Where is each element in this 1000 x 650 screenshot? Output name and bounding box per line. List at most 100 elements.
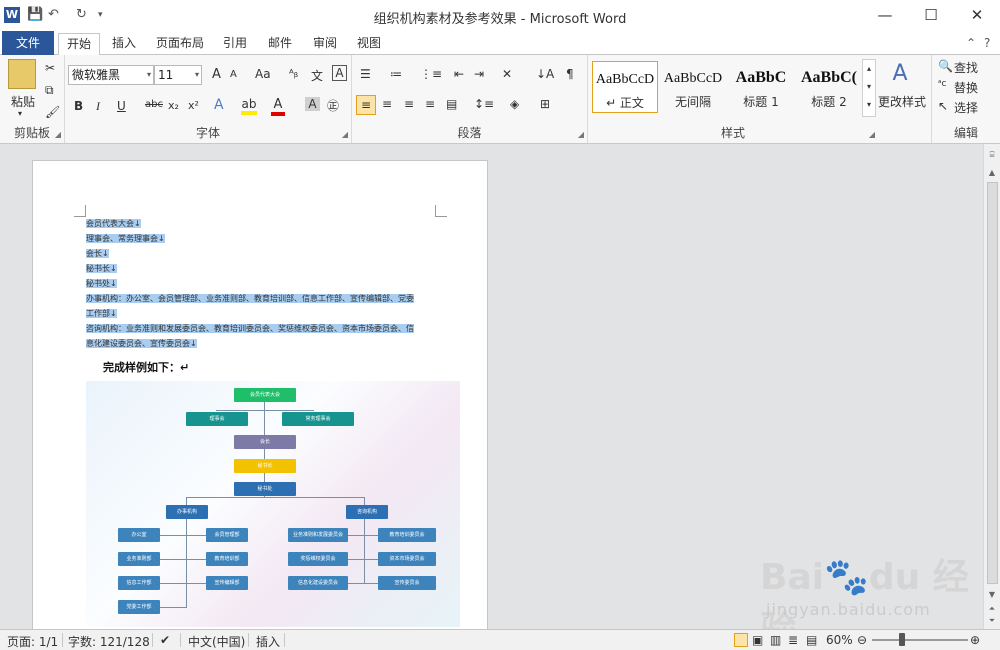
maximize-button[interactable]: ☐ xyxy=(908,0,954,31)
prev-page-icon[interactable]: ⏶ xyxy=(984,604,1000,614)
format-painter-icon[interactable]: 🖌 xyxy=(45,105,60,119)
bullets-icon[interactable]: ☰ xyxy=(360,67,371,81)
bold-button[interactable]: B xyxy=(74,99,83,113)
web-layout-icon[interactable]: ▥ xyxy=(770,633,781,647)
style-heading-2[interactable]: AaBbC( 标题 2 xyxy=(796,61,862,113)
align-right-button[interactable]: ≡ xyxy=(404,97,414,111)
enclose-char-icon[interactable]: ㊣ xyxy=(327,97,339,114)
grow-font-button[interactable]: A xyxy=(212,67,221,82)
proofing-icon[interactable]: ✔ xyxy=(160,633,170,647)
underline-button[interactable]: U xyxy=(117,99,126,113)
distributed-button[interactable]: ▤ xyxy=(446,97,457,111)
selected-text-block[interactable]: 会员代表大会↓ 理事会、常务理事会↓ 会长↓ 秘书长↓ 秘书处↓ 办事机构：办公… xyxy=(86,216,434,351)
font-size-select[interactable]: 11 ▾ xyxy=(154,65,202,85)
full-screen-reading-icon[interactable]: ▣ xyxy=(752,633,763,647)
show-marks-icon[interactable]: ¶ xyxy=(566,67,574,81)
print-layout-view-icon[interactable] xyxy=(734,633,748,647)
insert-mode-status[interactable]: 插入 xyxy=(256,633,280,650)
style-normal[interactable]: AaBbCcD ↵ 正文 xyxy=(592,61,658,113)
word-count[interactable]: 字数: 121/128 xyxy=(68,633,150,650)
superscript-button[interactable]: x² xyxy=(188,99,199,112)
ruler-toggle-icon[interactable]: ⌸ xyxy=(984,150,1000,160)
style-sample: AaBbCcD xyxy=(663,71,723,86)
change-styles-icon[interactable]: A xyxy=(883,61,917,86)
text-effects-icon[interactable]: A xyxy=(214,97,224,113)
draft-view-icon[interactable]: ▤ xyxy=(806,633,817,647)
chinese-layout-icon[interactable]: ✕ xyxy=(502,67,512,81)
decrease-indent-icon[interactable]: ⇤ xyxy=(454,67,464,81)
phonetic-guide-icon[interactable]: 文 xyxy=(311,67,323,84)
zoom-slider[interactable] xyxy=(872,639,968,641)
find-button[interactable]: 查找 xyxy=(954,59,978,76)
replace-button[interactable]: 替换 xyxy=(954,79,978,96)
copy-icon[interactable]: ⧉ xyxy=(45,83,54,98)
tab-file[interactable]: 文件 xyxy=(2,31,54,55)
tab-view[interactable]: 视图 xyxy=(350,33,388,55)
style-no-spacing[interactable]: AaBbCcD 无间隔 xyxy=(660,61,726,113)
clear-format-icon[interactable]: ᴬᵦ xyxy=(289,67,298,80)
tab-review[interactable]: 审阅 xyxy=(304,33,346,55)
paragraph-launcher-icon[interactable]: ◢ xyxy=(578,130,584,139)
collapse-ribbon-icon[interactable]: ⌃ xyxy=(966,36,976,50)
char-shading-icon[interactable]: A xyxy=(305,97,320,111)
scroll-down-arrow[interactable]: ▼ xyxy=(984,590,1000,599)
tab-page-layout[interactable]: 页面布局 xyxy=(148,33,212,55)
numbering-icon[interactable]: ≔ xyxy=(390,67,402,81)
ribbon: 粘贴 ▾ ✂ ⧉ 🖌 剪贴板 ◢ 微软雅黑 ▾ 11 ▾ A A Aa ᴬᵦ 文 A… xyxy=(0,55,1000,144)
shading-icon[interactable]: ◈ xyxy=(510,97,519,111)
italic-button[interactable]: I xyxy=(96,99,100,114)
paste-button[interactable]: 粘贴 xyxy=(8,93,38,110)
minimize-button[interactable]: — xyxy=(862,0,908,31)
select-icon[interactable]: ↖ xyxy=(938,99,948,113)
align-left-button[interactable]: ≡ xyxy=(356,95,376,115)
sort-icon[interactable]: ↓A xyxy=(536,67,554,81)
org-box: 奖惩维权委员会 xyxy=(288,552,348,566)
paragraph-group: ☰ ≔ ⋮≡ ⇤ ⇥ ✕ ↓A ¶ ≡ ≡ ≡ ≡ ▤ ↕≡ ◈ ⊞ 段落 ◢ xyxy=(352,55,588,143)
font-launcher-icon[interactable]: ◢ xyxy=(342,130,348,139)
tab-home[interactable]: 开始 xyxy=(58,33,100,56)
paste-icon[interactable] xyxy=(8,59,36,89)
line-spacing-icon[interactable]: ↕≡ xyxy=(474,97,494,111)
zoom-slider-knob[interactable] xyxy=(899,633,905,646)
subscript-button[interactable]: x₂ xyxy=(168,99,179,112)
scroll-up-arrow[interactable]: ▲ xyxy=(984,168,1000,177)
borders-icon[interactable]: ⊞ xyxy=(540,97,550,111)
outline-view-icon[interactable]: ≣ xyxy=(788,633,798,647)
zoom-level[interactable]: 60% xyxy=(826,633,853,647)
styles-launcher-icon[interactable]: ◢ xyxy=(869,130,875,139)
help-icon[interactable]: ? xyxy=(984,36,990,50)
document-page[interactable]: 会员代表大会↓ 理事会、常务理事会↓ 会长↓ 秘书长↓ 秘书处↓ 办事机构：办公… xyxy=(32,160,488,629)
change-case-button[interactable]: Aa xyxy=(255,67,271,81)
char-border-icon[interactable]: A xyxy=(332,65,347,81)
zoom-in-icon[interactable]: ⊕ xyxy=(970,633,980,647)
strikethrough-button[interactable]: abc xyxy=(145,99,163,110)
org-chart-image[interactable]: 会员代表大会 理事会 常务理事会 会长 秘书长 秘书处 办事机构 咨询机构 办公… xyxy=(86,381,460,627)
justify-button[interactable]: ≡ xyxy=(425,97,435,111)
change-styles-button[interactable]: 更改样式 xyxy=(878,93,926,110)
increase-indent-icon[interactable]: ⇥ xyxy=(474,67,484,81)
page-count[interactable]: 页面: 1/1 xyxy=(7,633,58,650)
clipboard-launcher-icon[interactable]: ◢ xyxy=(55,130,61,139)
style-heading-1[interactable]: AaBbC 标题 1 xyxy=(728,61,794,113)
tab-mailings[interactable]: 邮件 xyxy=(258,33,302,55)
close-button[interactable]: ✕ xyxy=(954,0,1000,31)
tab-insert[interactable]: 插入 xyxy=(104,33,144,55)
tab-references[interactable]: 引用 xyxy=(216,33,254,55)
replace-icon[interactable]: ᵃc xyxy=(938,79,946,89)
next-page-icon[interactable]: ⏷ xyxy=(984,616,1000,626)
scroll-thumb[interactable] xyxy=(987,182,998,584)
multilevel-list-icon[interactable]: ⋮≡ xyxy=(420,67,442,81)
font-color-icon[interactable]: A xyxy=(271,97,285,116)
font-name-select[interactable]: 微软雅黑 ▾ xyxy=(68,65,154,85)
find-icon[interactable]: 🔍 xyxy=(938,59,953,73)
vertical-scrollbar[interactable]: ⌸ ▲ ▼ ⏶ ⏷ xyxy=(983,144,1000,629)
select-button[interactable]: 选择 xyxy=(954,99,978,116)
cut-icon[interactable]: ✂ xyxy=(45,61,55,75)
highlight-icon[interactable]: ab xyxy=(241,97,257,115)
paste-dropdown-icon[interactable]: ▾ xyxy=(18,109,22,118)
zoom-out-icon[interactable]: ⊖ xyxy=(857,633,867,647)
align-center-button[interactable]: ≡ xyxy=(382,97,392,111)
language-status[interactable]: 中文(中国) xyxy=(188,633,245,650)
styles-scroll-icon[interactable]: ▴ ▾ ▾ xyxy=(862,59,876,117)
shrink-font-button[interactable]: A xyxy=(230,69,237,80)
